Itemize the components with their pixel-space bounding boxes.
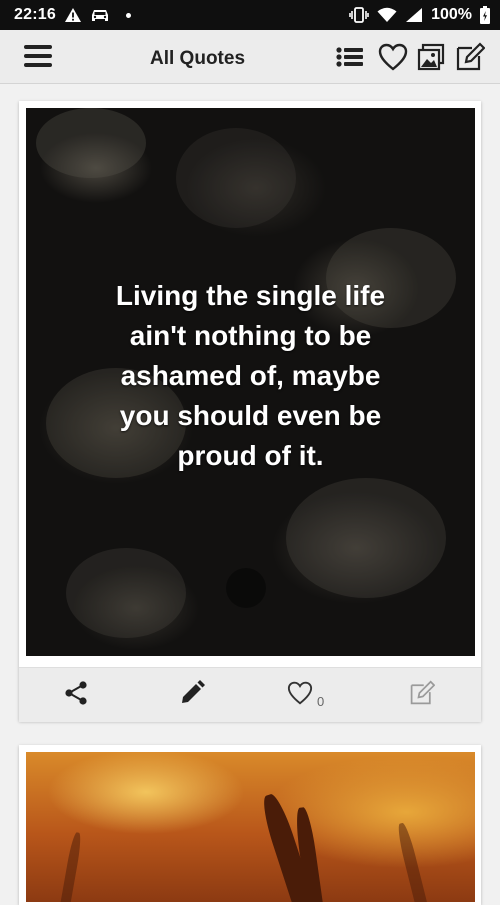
like-count: 0: [317, 693, 325, 709]
page-title: All Quotes: [150, 48, 246, 69]
status-time: 22:16: [14, 6, 56, 23]
quote-line: proud of it.: [177, 440, 324, 471]
list-icon[interactable]: [335, 42, 365, 72]
battery-level: 100%: [431, 6, 472, 23]
quote-background-image: [26, 752, 475, 902]
like-button[interactable]: 0: [287, 678, 324, 712]
report-button[interactable]: [409, 678, 436, 712]
menu-icon[interactable]: [24, 42, 54, 72]
image-icon[interactable]: [416, 42, 446, 72]
heart-icon: [287, 681, 313, 710]
wifi-icon: [377, 7, 397, 23]
heart-icon[interactable]: [378, 42, 408, 72]
quote-line: Living the single life: [115, 280, 386, 311]
status-bar-left: 22:16: [14, 6, 131, 24]
status-bar: 22:16 100%: [0, 0, 500, 30]
edit-quote-button[interactable]: [179, 678, 205, 712]
notification-dot-icon: [125, 12, 131, 18]
pencil-icon: [179, 679, 205, 711]
status-bar-right: 100%: [349, 6, 490, 24]
quote-card: Living the single life ain't nothing to …: [19, 101, 481, 722]
share-button[interactable]: [63, 678, 89, 712]
quote-background-image: Living the single life ain't nothing to …: [26, 108, 475, 656]
quote-text: Living the single life ain't nothing to …: [26, 276, 475, 476]
edit-icon[interactable]: [455, 42, 485, 72]
quote-card-next: [19, 745, 481, 905]
share-icon: [63, 680, 89, 711]
quote-line: ain't nothing to be: [129, 320, 372, 351]
app-bar: All Quotes: [0, 30, 500, 84]
quote-line: you should even be: [119, 400, 382, 431]
battery-icon: [480, 6, 490, 24]
signal-icon: [405, 7, 423, 23]
car-icon: [90, 7, 110, 23]
report-icon: [409, 680, 436, 711]
card-actions: 0: [19, 667, 481, 722]
vibrate-icon: [349, 7, 369, 23]
quote-line: ashamed of, maybe: [120, 360, 381, 391]
warning-icon: [64, 7, 82, 23]
